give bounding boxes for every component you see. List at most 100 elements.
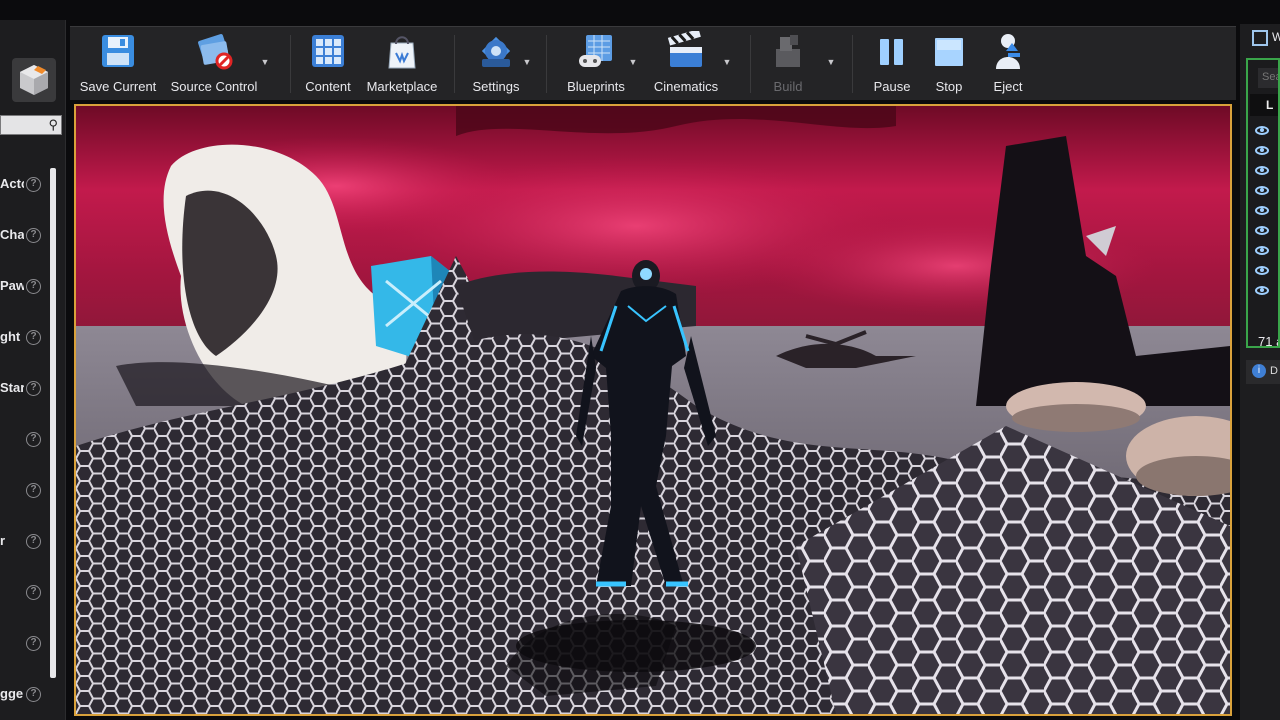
actor-count-label: 71 a xyxy=(1258,334,1278,348)
place-actor-item[interactable]: Actc? xyxy=(0,170,48,200)
cinematics-dropdown-icon[interactable]: ▼ xyxy=(722,57,732,67)
place-actor-item[interactable]: Char? xyxy=(0,221,48,251)
blueprints-dropdown-icon[interactable]: ▼ xyxy=(628,57,638,67)
visibility-eye-icon[interactable] xyxy=(1255,166,1269,175)
toolbar-separator xyxy=(290,35,291,93)
help-icon[interactable]: ? xyxy=(26,687,41,702)
place-actor-item[interactable]: ? xyxy=(0,425,48,455)
details-tab-label: D xyxy=(1270,365,1278,377)
toolbar-separator xyxy=(750,35,751,93)
pause-icon xyxy=(880,39,903,65)
clapperboard-icon xyxy=(667,31,702,67)
level-editor-toolbar: Save Current Source Control ▼ Content Ma… xyxy=(70,26,1236,100)
toolbar-separator xyxy=(546,35,547,93)
settings-button[interactable]: Settings xyxy=(462,31,530,97)
cinematics-label: Cinematics xyxy=(653,79,719,94)
help-icon[interactable]: ? xyxy=(26,432,41,447)
place-actor-label: Char xyxy=(0,227,24,242)
place-actor-item[interactable]: Star? xyxy=(0,374,48,404)
stop-button[interactable]: Stop xyxy=(922,31,976,97)
details-info-icon: i xyxy=(1252,364,1266,378)
visibility-eye-icon[interactable] xyxy=(1255,206,1269,215)
visibility-eye-icon[interactable] xyxy=(1255,246,1269,255)
source-control-button[interactable]: Source Control xyxy=(166,31,262,97)
visibility-eye-icon[interactable] xyxy=(1255,266,1269,275)
help-icon[interactable]: ? xyxy=(26,534,41,549)
details-tab[interactable]: i D xyxy=(1246,360,1280,384)
help-icon[interactable]: ? xyxy=(26,381,41,396)
toolbar-separator xyxy=(852,35,853,93)
help-icon[interactable]: ? xyxy=(26,330,41,345)
stop-label: Stop xyxy=(935,79,963,94)
build-label: Build xyxy=(773,79,803,94)
outliner-column-header[interactable]: L xyxy=(1250,94,1278,116)
save-current-label: Save Current xyxy=(79,79,157,94)
place-actor-item[interactable]: ght? xyxy=(0,323,48,353)
game-viewport[interactable] xyxy=(74,104,1232,716)
build-blocks-icon xyxy=(776,35,800,67)
content-browser-icon xyxy=(312,35,344,67)
help-icon[interactable]: ? xyxy=(26,177,41,192)
place-actor-label: Actc xyxy=(0,176,24,191)
place-actor-label: gge xyxy=(0,686,24,701)
outliner-search-input[interactable]: Sear xyxy=(1258,68,1278,88)
help-icon[interactable]: ? xyxy=(26,483,41,498)
place-mode-icon[interactable] xyxy=(12,58,56,102)
place-search-input[interactable]: ⚲ xyxy=(0,115,62,135)
marketplace-label: Marketplace xyxy=(366,79,438,94)
place-actor-item[interactable]: ? xyxy=(0,629,48,659)
settings-label: Settings xyxy=(472,79,520,94)
visibility-eye-icon[interactable] xyxy=(1255,186,1269,195)
help-icon[interactable]: ? xyxy=(26,636,41,651)
eject-label: Eject xyxy=(993,79,1023,94)
marketplace-bag-icon xyxy=(388,36,416,69)
visibility-eye-icon[interactable] xyxy=(1255,226,1269,235)
content-button[interactable]: Content xyxy=(298,31,358,97)
place-actor-item[interactable]: r? xyxy=(0,527,48,557)
visibility-eye-icon[interactable] xyxy=(1255,126,1269,135)
place-actor-item[interactable]: Paw? xyxy=(0,272,48,302)
blueprints-button[interactable]: Blueprints xyxy=(558,31,634,97)
visibility-eye-icon[interactable] xyxy=(1255,146,1269,155)
unreal-editor-window: ⚲ Actc?Char?Paw?ght?Star???r???gge? Save… xyxy=(0,0,1280,720)
toolbar-separator xyxy=(454,35,455,93)
place-actor-label: Paw xyxy=(0,278,24,293)
place-actor-label: ght xyxy=(0,329,21,344)
place-panel-scrollbar[interactable] xyxy=(50,168,56,678)
help-icon[interactable]: ? xyxy=(26,279,41,294)
place-actor-item[interactable]: ? xyxy=(0,578,48,608)
pause-button[interactable]: Pause xyxy=(864,31,920,97)
place-actors-panel: ⚲ Actc?Char?Paw?ght?Star???r???gge? xyxy=(0,20,66,720)
place-actor-item[interactable]: gge? xyxy=(0,680,48,710)
outliner-list: Sear L 71 a xyxy=(1246,58,1280,348)
blueprints-label: Blueprints xyxy=(567,79,625,94)
stop-icon xyxy=(935,38,963,66)
settings-dropdown-icon[interactable]: ▼ xyxy=(522,57,532,67)
viewport-scene xyxy=(76,106,1230,714)
cinematics-button[interactable]: Cinematics xyxy=(646,31,726,97)
source-control-icon xyxy=(198,33,233,70)
place-actor-item[interactable]: ? xyxy=(0,476,48,506)
place-actor-label: Star xyxy=(0,380,24,395)
visibility-eye-icon[interactable] xyxy=(1255,286,1269,295)
world-outliner-tab-icon[interactable] xyxy=(1252,30,1268,46)
source-control-label: Source Control xyxy=(170,79,258,94)
build-button[interactable]: Build xyxy=(758,31,818,97)
settings-gear-icon xyxy=(481,36,511,67)
eject-button[interactable]: Eject xyxy=(980,31,1036,97)
world-outliner-tab-label[interactable]: W xyxy=(1272,30,1280,44)
floppy-disk-icon xyxy=(102,35,134,67)
help-icon[interactable]: ? xyxy=(26,585,41,600)
blueprint-gamepad-icon xyxy=(579,35,612,67)
search-icon: ⚲ xyxy=(48,117,58,132)
save-current-button[interactable]: Save Current xyxy=(78,31,158,97)
world-outliner-panel: W Sear L 71 a i D xyxy=(1240,24,1280,720)
build-dropdown-icon[interactable]: ▼ xyxy=(826,57,836,67)
content-label: Content xyxy=(305,79,351,94)
eject-icon xyxy=(996,34,1020,69)
source-control-dropdown-icon[interactable]: ▼ xyxy=(260,57,270,67)
pause-label: Pause xyxy=(873,79,911,94)
marketplace-button[interactable]: Marketplace xyxy=(362,31,442,97)
help-icon[interactable]: ? xyxy=(26,228,41,243)
place-actor-label: r xyxy=(0,533,6,548)
